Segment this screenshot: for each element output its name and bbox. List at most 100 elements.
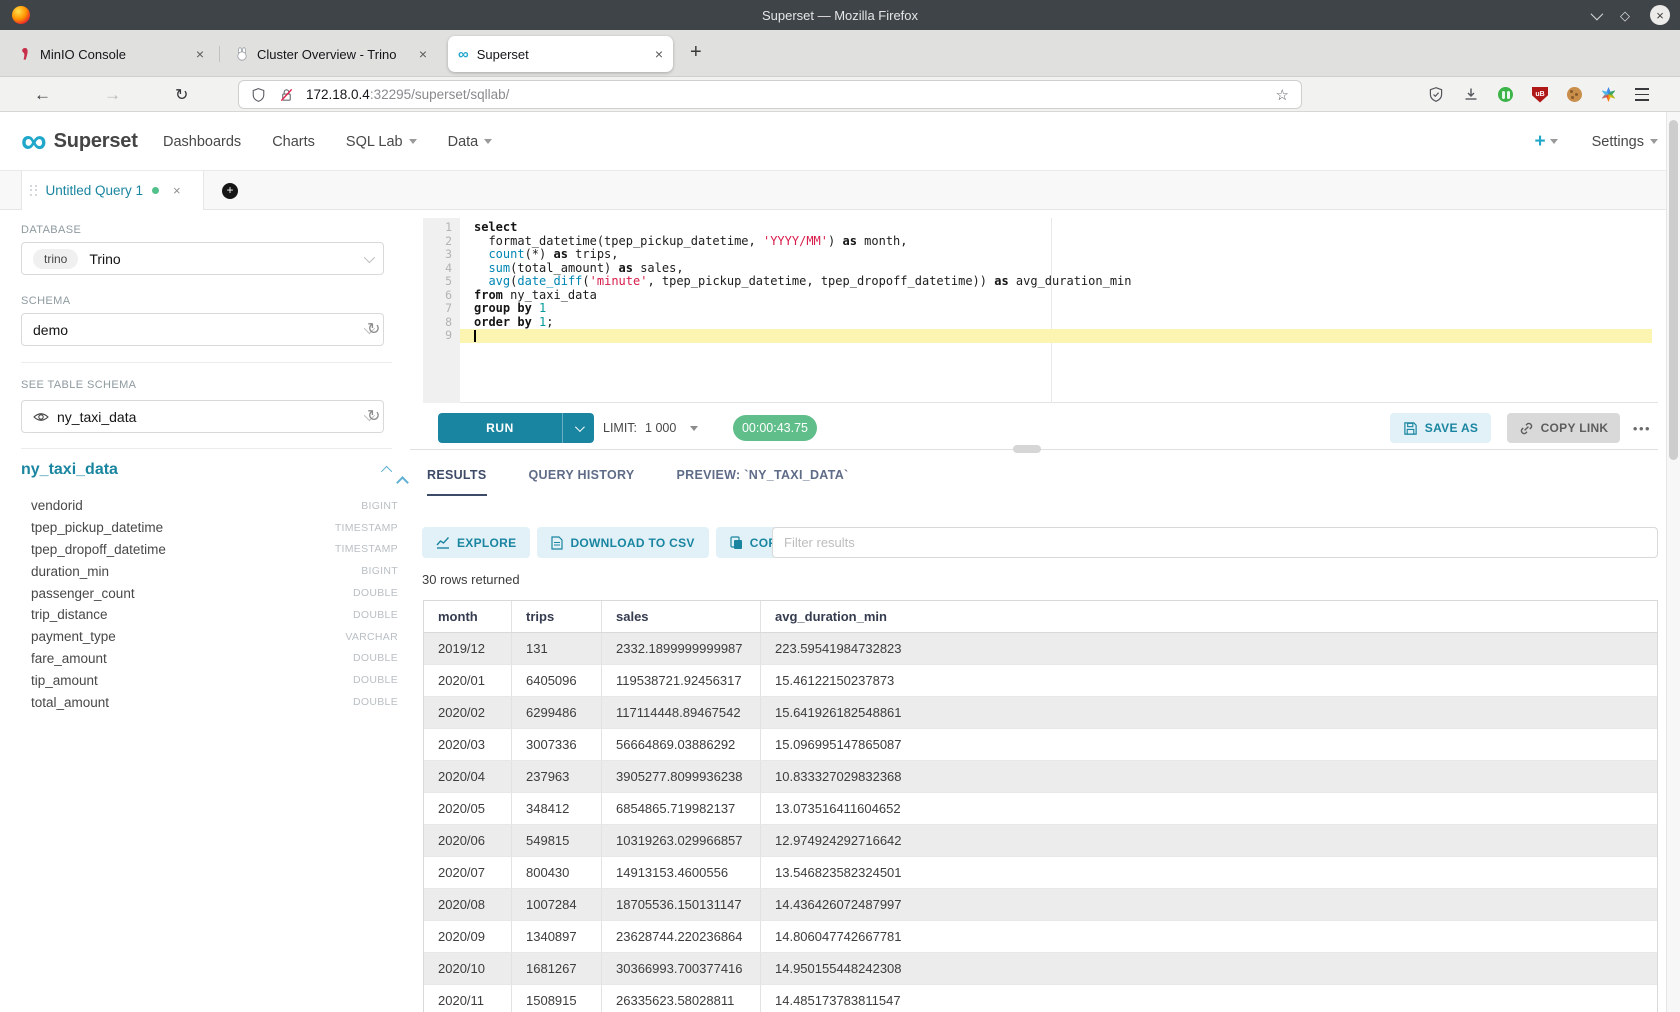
browser-tab-minio[interactable]: MinIO Console × bbox=[8, 36, 214, 72]
limit-label: LIMIT: bbox=[603, 421, 637, 435]
save-as-button[interactable]: SAVE AS bbox=[1390, 413, 1491, 443]
drag-handle-icon[interactable] bbox=[30, 185, 38, 197]
window-close-icon[interactable]: × bbox=[1650, 5, 1670, 25]
results-column-header[interactable]: month bbox=[424, 601, 512, 632]
run-options-button[interactable] bbox=[563, 413, 594, 443]
bookmark-star-icon[interactable]: ☆ bbox=[1276, 86, 1289, 104]
refresh-table-icon[interactable]: ↻ bbox=[367, 406, 380, 426]
cookie-extension-icon[interactable] bbox=[1567, 87, 1582, 102]
extension-green-icon[interactable] bbox=[1498, 87, 1513, 102]
table-row[interactable]: 2020/016405096119538721.9245631715.46122… bbox=[424, 665, 1657, 697]
table-row[interactable]: 2019/121312332.1899999999987223.59541984… bbox=[424, 633, 1657, 665]
nav-item-data[interactable]: Data bbox=[448, 134, 493, 150]
chevron-down-icon bbox=[1550, 139, 1558, 144]
scrollbar-thumb[interactable] bbox=[1669, 120, 1678, 460]
table-row[interactable]: 2020/11150891526335623.5802881114.485173… bbox=[424, 985, 1657, 1012]
schema-column-row[interactable]: total_amountDOUBLE bbox=[21, 691, 398, 713]
query-tab-untitled[interactable]: Untitled Query 1 × bbox=[21, 171, 204, 210]
insecure-lock-icon[interactable] bbox=[279, 87, 294, 103]
schema-column-row[interactable]: trip_distanceDOUBLE bbox=[21, 604, 398, 626]
sqllab-sidebar: DATABASE trino Trino SCHEMA demo ↻ SEE T… bbox=[0, 210, 410, 1012]
tab-preview[interactable]: PREVIEW: `NY_TAXI_DATA` bbox=[677, 468, 849, 496]
editor-code[interactable]: select format_datetime(tpep_pickup_datet… bbox=[460, 218, 1652, 403]
table-row[interactable]: 2020/042379633905277.809993623810.833327… bbox=[424, 761, 1657, 793]
schema-column-row[interactable]: duration_minBIGINT bbox=[21, 560, 398, 582]
reload-button[interactable]: ↻ bbox=[175, 77, 188, 112]
schema-column-row[interactable]: passenger_countDOUBLE bbox=[21, 582, 398, 604]
table-row[interactable]: 2020/0780043014913153.460055613.54682358… bbox=[424, 857, 1657, 889]
code-line[interactable]: sum(total_amount) as sales, bbox=[460, 262, 1652, 276]
table-row[interactable]: 2020/08100728418705536.15013114714.43642… bbox=[424, 889, 1657, 921]
code-line[interactable]: order by 1; bbox=[460, 316, 1652, 330]
menu-icon[interactable] bbox=[1635, 88, 1649, 100]
table-row[interactable]: 2020/026299486117114448.8946754215.64192… bbox=[424, 697, 1657, 729]
filter-results-input[interactable] bbox=[772, 527, 1658, 558]
nav-item-dashboards[interactable]: Dashboards bbox=[163, 134, 241, 150]
schema-column-row[interactable]: tpep_dropoff_datetimeTIMESTAMP bbox=[21, 539, 398, 561]
browser-tab-trino[interactable]: Cluster Overview - Trino × bbox=[225, 36, 437, 72]
extension-colorful-icon[interactable] bbox=[1601, 87, 1616, 102]
limit-dropdown[interactable]: LIMIT: 1 000 bbox=[603, 413, 698, 443]
window-maximize-icon[interactable]: ◇ bbox=[1620, 9, 1630, 22]
more-options-button[interactable]: ••• bbox=[1627, 413, 1657, 443]
code-line[interactable]: avg(date_diff('minute', tpep_pickup_date… bbox=[460, 275, 1652, 289]
schema-column-row[interactable]: vendoridBIGINT bbox=[21, 495, 398, 517]
new-item-button[interactable]: + bbox=[1534, 131, 1557, 153]
code-line[interactable]: count(*) as trips, bbox=[460, 248, 1652, 262]
nav-item-charts[interactable]: Charts bbox=[272, 134, 315, 150]
schema-select[interactable]: demo bbox=[21, 313, 384, 346]
results-column-header[interactable]: avg_duration_min bbox=[761, 601, 1657, 632]
window-minimize-icon[interactable] bbox=[1591, 7, 1604, 20]
tab-close-icon[interactable]: × bbox=[419, 46, 427, 62]
schema-column-row[interactable]: tip_amountDOUBLE bbox=[21, 669, 398, 691]
table-cell: 6854865.719982137 bbox=[602, 793, 761, 824]
protections-shield-icon[interactable] bbox=[1428, 86, 1444, 103]
run-button[interactable]: RUN bbox=[438, 413, 594, 443]
schema-column-row[interactable]: fare_amountDOUBLE bbox=[21, 648, 398, 670]
schema-column-row[interactable]: tpep_pickup_datetimeTIMESTAMP bbox=[21, 517, 398, 539]
code-line[interactable] bbox=[460, 329, 1652, 343]
explore-button[interactable]: EXPLORE bbox=[422, 527, 530, 558]
schema-column-row[interactable]: payment_typeVARCHAR bbox=[21, 626, 398, 648]
code-line[interactable]: group by 1 bbox=[460, 302, 1652, 316]
pane-resize-handle[interactable] bbox=[1013, 445, 1041, 453]
new-tab-button[interactable]: + bbox=[690, 42, 702, 62]
table-row[interactable]: 2020/09134089723628744.22023686414.80604… bbox=[424, 921, 1657, 953]
text-cursor bbox=[474, 330, 476, 342]
nav-item-sqllab[interactable]: SQL Lab bbox=[346, 134, 417, 150]
tab-results[interactable]: RESULTS bbox=[427, 468, 487, 496]
superset-logo[interactable]: ∞ Superset bbox=[21, 112, 138, 171]
download-csv-button[interactable]: DOWNLOAD TO CSV bbox=[537, 527, 708, 558]
shield-icon[interactable] bbox=[251, 87, 266, 103]
downloads-icon[interactable] bbox=[1463, 86, 1479, 103]
database-select[interactable]: trino Trino bbox=[21, 242, 384, 275]
url-text[interactable]: 172.18.0.4:32295/superset/sqllab/ bbox=[306, 87, 509, 102]
sql-editor[interactable]: 123456789 select format_datetime(tpep_pi… bbox=[423, 218, 1658, 403]
code-line[interactable]: select bbox=[460, 221, 1652, 235]
run-button-label[interactable]: RUN bbox=[438, 413, 563, 443]
chevron-up-icon[interactable] bbox=[381, 466, 392, 477]
refresh-schema-icon[interactable]: ↻ bbox=[367, 319, 380, 339]
code-line[interactable]: from ny_taxi_data bbox=[460, 289, 1652, 303]
url-bar[interactable]: 172.18.0.4:32295/superset/sqllab/ ☆ bbox=[238, 80, 1302, 109]
add-query-tab-button[interactable]: + bbox=[222, 183, 238, 199]
settings-menu[interactable]: Settings bbox=[1592, 134, 1658, 150]
tab-close-icon[interactable]: × bbox=[196, 46, 204, 62]
table-row[interactable]: 2020/053484126854865.71998213713.0735164… bbox=[424, 793, 1657, 825]
query-tab-close-icon[interactable]: × bbox=[173, 183, 181, 198]
table-row[interactable]: 2020/0654981510319263.02996685712.974924… bbox=[424, 825, 1657, 857]
copy-link-button[interactable]: COPY LINK bbox=[1507, 413, 1620, 443]
table-row[interactable]: 2020/10168126730366993.70037741614.95015… bbox=[424, 953, 1657, 985]
back-button[interactable]: ← bbox=[34, 77, 51, 112]
table-row[interactable]: 2020/03300733656664869.0388629215.096995… bbox=[424, 729, 1657, 761]
table-select[interactable]: ny_taxi_data bbox=[21, 400, 384, 433]
results-column-header[interactable]: trips bbox=[512, 601, 602, 632]
browser-tab-superset[interactable]: ∞ Superset × bbox=[448, 36, 673, 72]
table-schema-card-header[interactable]: ny_taxi_data bbox=[21, 461, 392, 479]
results-column-header[interactable]: sales bbox=[602, 601, 761, 632]
ublock-icon[interactable]: uB bbox=[1532, 87, 1548, 103]
tab-query-history[interactable]: QUERY HISTORY bbox=[529, 468, 635, 496]
tab-close-icon[interactable]: × bbox=[655, 46, 663, 62]
page-scrollbar[interactable] bbox=[1666, 112, 1680, 1012]
code-line[interactable]: format_datetime(tpep_pickup_datetime, 'Y… bbox=[460, 235, 1652, 249]
